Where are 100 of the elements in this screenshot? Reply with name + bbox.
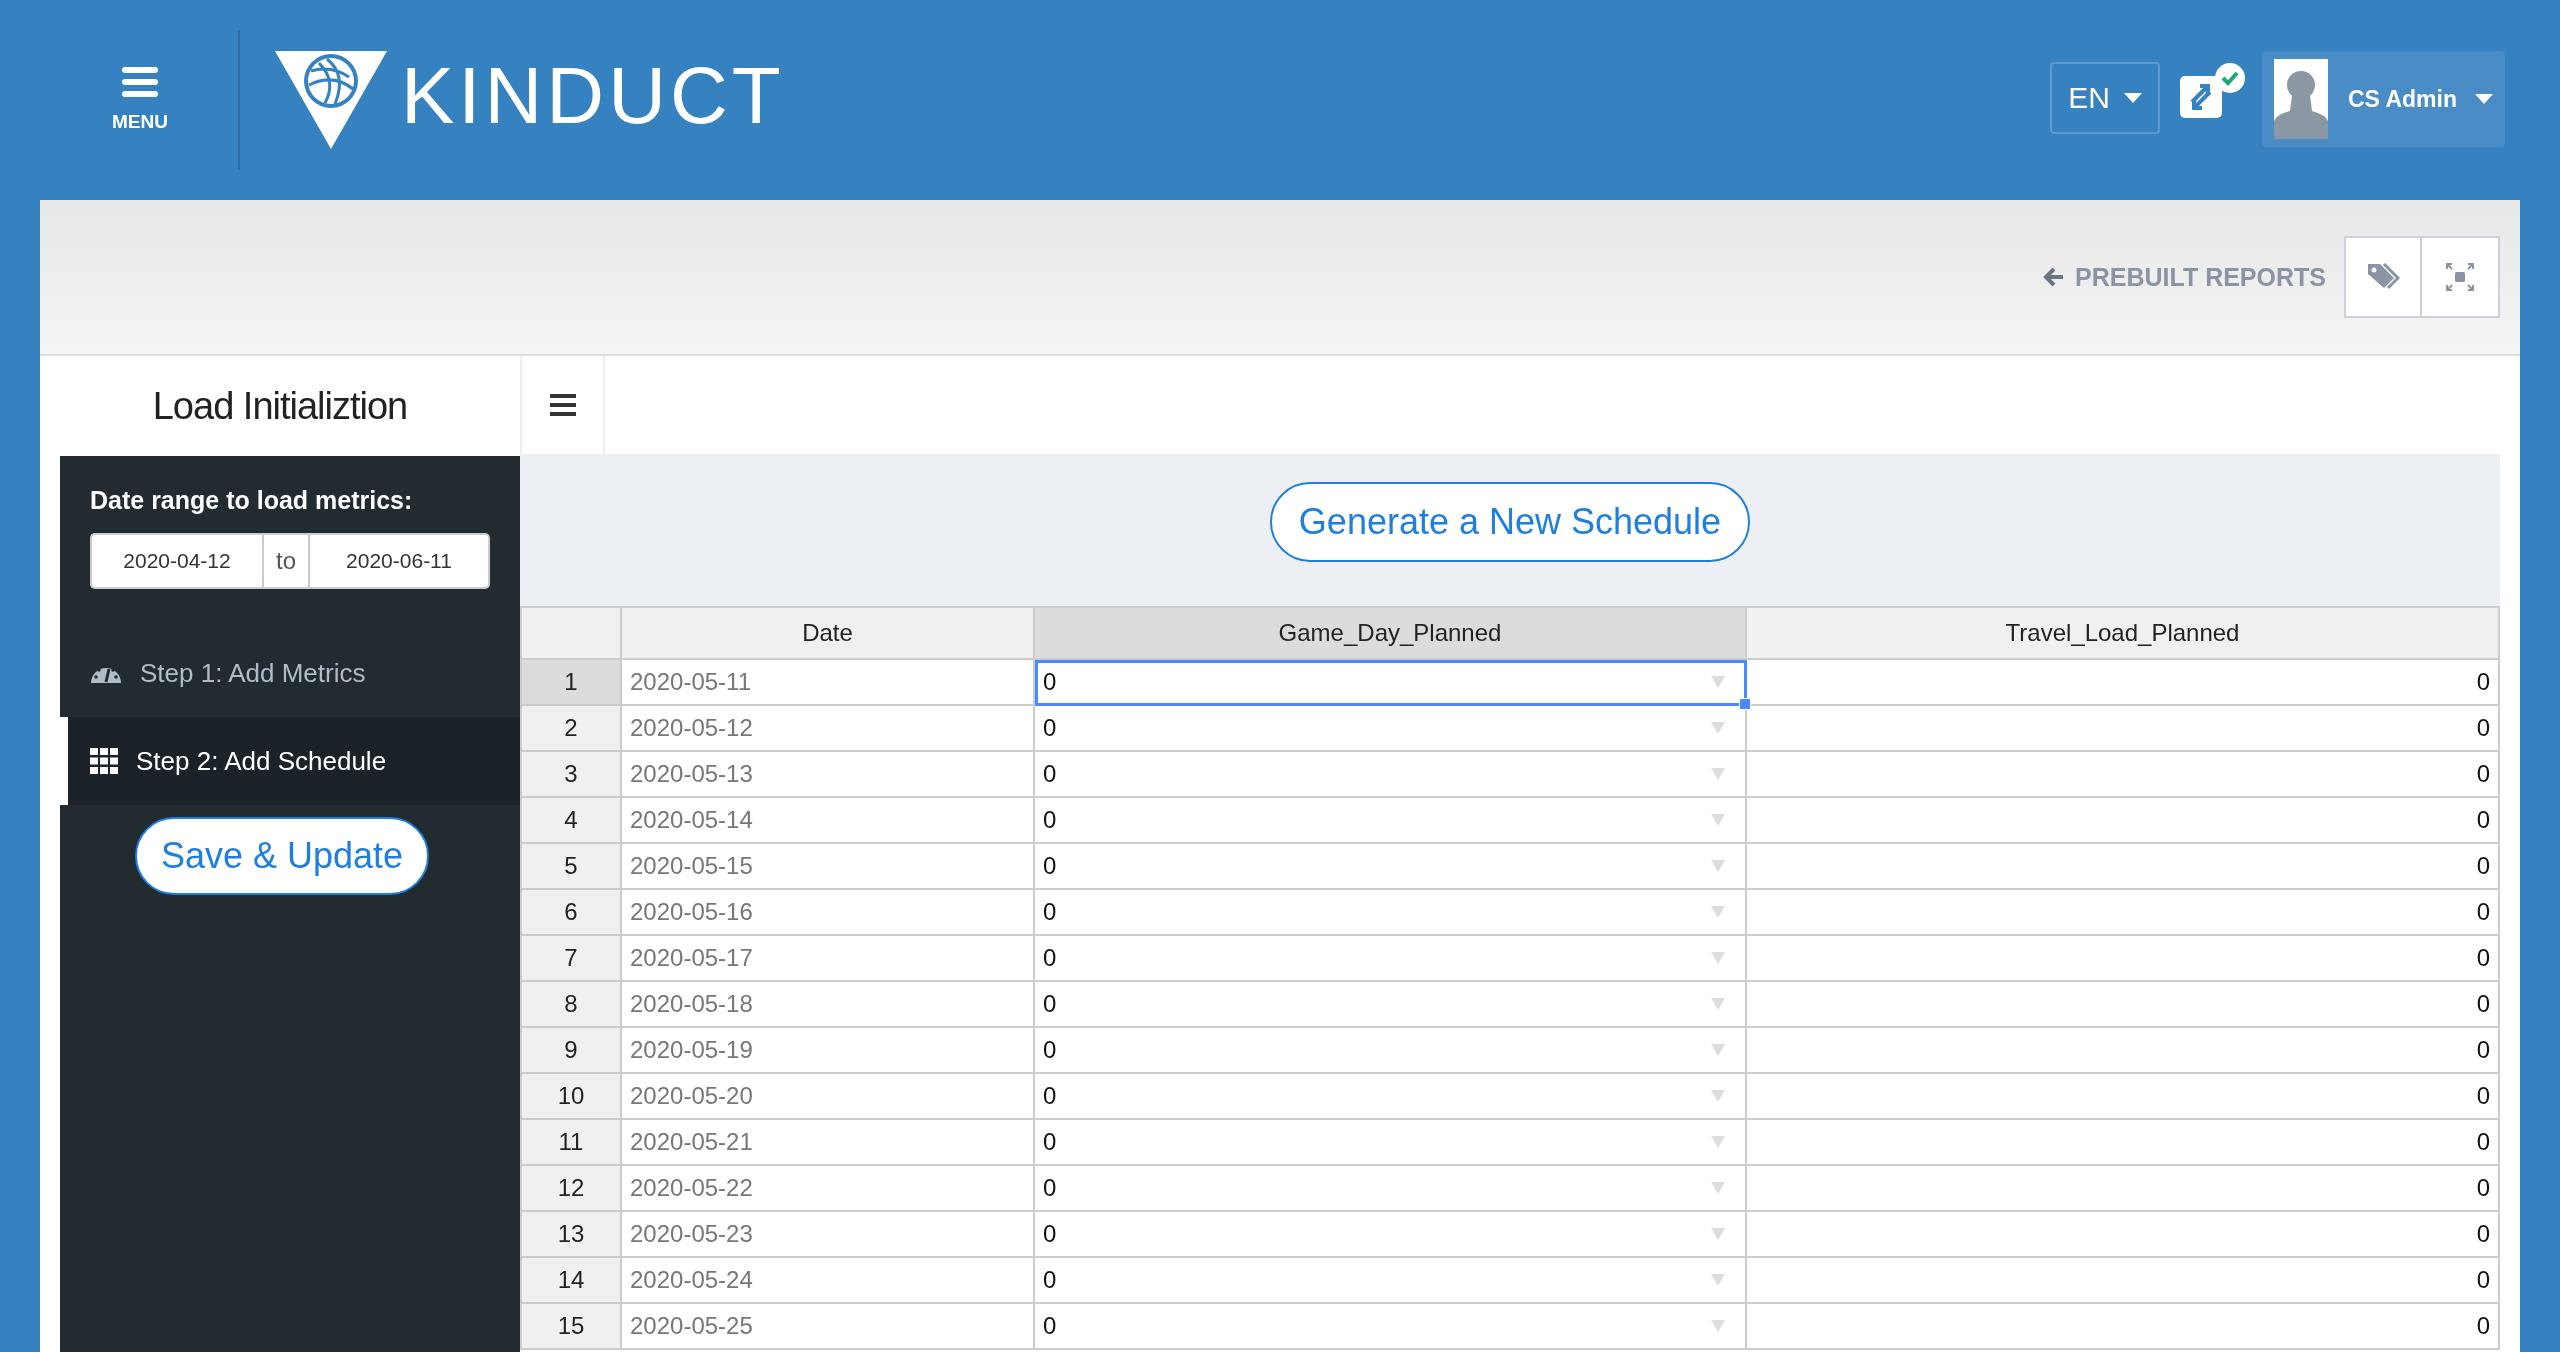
- table-cell[interactable]: 0: [1747, 1074, 2500, 1120]
- language-dropdown[interactable]: EN: [2050, 62, 2160, 134]
- caret-icon: [2123, 93, 2142, 103]
- table-cell[interactable]: 0: [1747, 890, 2500, 936]
- table-cell: 2020-05-21: [622, 1120, 1035, 1166]
- date-separator: to: [262, 533, 310, 589]
- table-cell[interactable]: 0: [1747, 706, 2500, 752]
- table-cell[interactable]: 0: [1035, 752, 1747, 798]
- dropdown-caret-icon: [1711, 1274, 1725, 1286]
- logo-text: KINDUCT: [401, 51, 785, 141]
- table-cell[interactable]: 0: [1747, 798, 2500, 844]
- row-header[interactable]: 5: [522, 844, 622, 890]
- generate-schedule-button[interactable]: Generate a New Schedule: [1270, 482, 1750, 562]
- table-cell[interactable]: 0: [1747, 982, 2500, 1028]
- row-header[interactable]: 11: [522, 1120, 622, 1166]
- table-corner-cell[interactable]: [522, 608, 622, 660]
- menu-button[interactable]: [520, 356, 605, 454]
- table-cell[interactable]: 0: [1747, 1028, 2500, 1074]
- row-header[interactable]: 13: [522, 1212, 622, 1258]
- table-cell: 2020-05-20: [622, 1074, 1035, 1120]
- table-cell[interactable]: 0: [1747, 1258, 2500, 1304]
- fill-handle[interactable]: [1739, 698, 1751, 710]
- dropdown-caret-icon: [1711, 1228, 1725, 1240]
- arrow-left-icon: [2043, 266, 2066, 288]
- avatar-silhouette-icon: [2274, 59, 2328, 139]
- table-cell[interactable]: 0: [1035, 1304, 1747, 1350]
- table-cell[interactable]: 0: [1747, 752, 2500, 798]
- dropdown-caret-icon: [1711, 1320, 1725, 1332]
- column-header[interactable]: Travel_Load_Planned: [1747, 608, 2500, 660]
- table-cell[interactable]: 0: [1035, 844, 1747, 890]
- table-cell[interactable]: 0: [1035, 1120, 1747, 1166]
- fullscreen-icon: [2445, 262, 2475, 292]
- user-menu-button[interactable]: CS Admin: [2262, 51, 2505, 147]
- fullscreen-button[interactable]: [2422, 236, 2500, 318]
- table-cell[interactable]: 0: [1747, 1120, 2500, 1166]
- table-cell: 2020-05-19: [622, 1028, 1035, 1074]
- row-header[interactable]: 9: [522, 1028, 622, 1074]
- menu-button[interactable]: MENU: [40, 67, 240, 133]
- table-cell: 2020-05-25: [622, 1304, 1035, 1350]
- row-header[interactable]: 14: [522, 1258, 622, 1304]
- step-nav-item[interactable]: Step 1: Add Metrics: [60, 629, 520, 717]
- row-header[interactable]: 12: [522, 1166, 622, 1212]
- table-cell: 2020-05-14: [622, 798, 1035, 844]
- row-header[interactable]: 8: [522, 982, 622, 1028]
- step-nav-item[interactable]: Step 2: Add Schedule: [60, 717, 520, 805]
- tags-button[interactable]: [2344, 236, 2422, 318]
- end-date-field[interactable]: 2020-06-11: [310, 533, 490, 589]
- dropdown-caret-icon: [1711, 676, 1725, 688]
- row-header[interactable]: 10: [522, 1074, 622, 1120]
- table-cell[interactable]: 0: [1747, 936, 2500, 982]
- table-cell[interactable]: 0: [1035, 890, 1747, 936]
- dropdown-caret-icon: [1711, 1136, 1725, 1148]
- table-cell: 2020-05-13: [622, 752, 1035, 798]
- table-cell[interactable]: 0: [1035, 1166, 1747, 1212]
- table-cell: 2020-05-18: [622, 982, 1035, 1028]
- row-header[interactable]: 4: [522, 798, 622, 844]
- table-cell[interactable]: 0: [1035, 936, 1747, 982]
- table-cell[interactable]: 0: [1747, 1304, 2500, 1350]
- row-header[interactable]: 15: [522, 1304, 622, 1350]
- start-date-field[interactable]: 2020-04-12: [90, 533, 262, 589]
- dropdown-caret-icon: [1711, 1090, 1725, 1102]
- table-cell: 2020-05-24: [622, 1258, 1035, 1304]
- column-header[interactable]: Game_Day_Planned: [1035, 608, 1747, 660]
- table-cell[interactable]: 0: [1035, 1258, 1747, 1304]
- dropdown-caret-icon: [1711, 998, 1725, 1010]
- dropdown-caret-icon: [1711, 722, 1725, 734]
- save-update-button[interactable]: Save & Update: [135, 817, 429, 895]
- page-title: Load Initializtion: [151, 383, 409, 429]
- date-range-label: Date range to load metrics:: [89, 485, 414, 515]
- row-header[interactable]: 1: [522, 660, 622, 706]
- menu-icon: [122, 67, 158, 97]
- table-cell[interactable]: 0: [1035, 1074, 1747, 1120]
- table-cell[interactable]: 0: [1035, 1212, 1747, 1258]
- table-cell[interactable]: 0: [1747, 1166, 2500, 1212]
- table-cell[interactable]: 0: [1747, 1212, 2500, 1258]
- column-header[interactable]: Date: [622, 608, 1035, 660]
- dropdown-caret-icon: [1711, 952, 1725, 964]
- table-cell: 2020-05-12: [622, 706, 1035, 752]
- menu-icon: [549, 394, 576, 416]
- grid-icon: [90, 748, 118, 774]
- row-header[interactable]: 7: [522, 936, 622, 982]
- row-header[interactable]: 6: [522, 890, 622, 936]
- row-header[interactable]: 3: [522, 752, 622, 798]
- table-cell: 2020-05-17: [622, 936, 1035, 982]
- dropdown-caret-icon: [1711, 906, 1725, 918]
- table-cell[interactable]: 0: [1035, 982, 1747, 1028]
- row-header[interactable]: 2: [522, 706, 622, 752]
- dropdown-caret-icon: [1711, 768, 1725, 780]
- table-cell: 2020-05-11: [622, 660, 1035, 706]
- table-cell[interactable]: 0: [1035, 1028, 1747, 1074]
- dropdown-caret-icon: [1711, 1182, 1725, 1194]
- dropdown-caret-icon: [1711, 860, 1725, 872]
- dropdown-caret-icon: [1711, 814, 1725, 826]
- caret-icon: [2475, 94, 2493, 104]
- table-cell[interactable]: 0: [1747, 844, 2500, 890]
- table-cell: 2020-05-22: [622, 1166, 1035, 1212]
- table-cell: 2020-05-23: [622, 1212, 1035, 1258]
- table-cell: 2020-05-15: [622, 844, 1035, 890]
- table-cell[interactable]: 0: [1035, 798, 1747, 844]
- dropdown-caret-icon: [1711, 1044, 1725, 1056]
